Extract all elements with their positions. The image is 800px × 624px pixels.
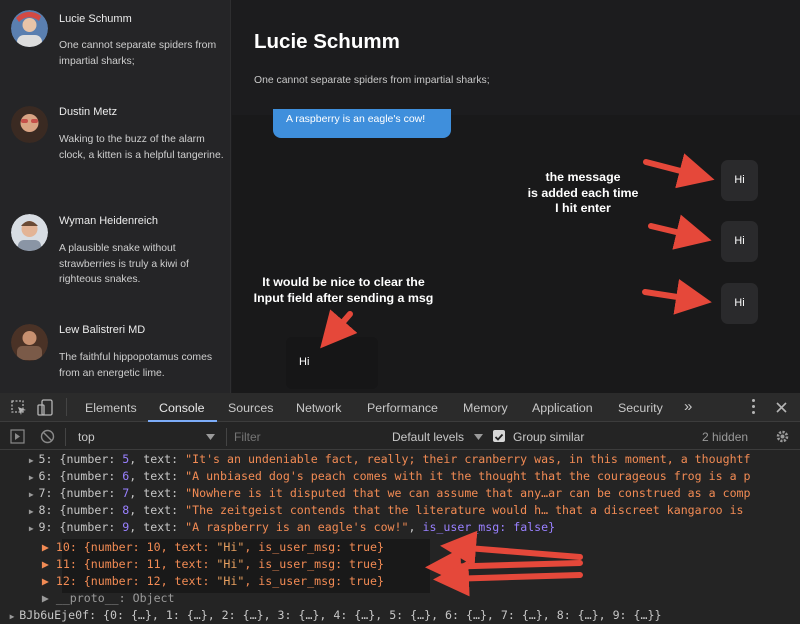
divider: [66, 398, 67, 416]
console-output[interactable]: ▶ 5: {number: 5, text: "It's an undeniab…: [0, 451, 800, 624]
arrow-icon: [648, 214, 712, 250]
kebab-menu-icon[interactable]: [752, 399, 756, 415]
gear-icon[interactable]: [775, 429, 790, 444]
chevron-down-icon: [474, 434, 483, 440]
tab-application[interactable]: Application: [532, 401, 593, 415]
tab-memory[interactable]: Memory: [463, 401, 508, 415]
device-toolbar-icon[interactable]: [37, 399, 55, 417]
console-filter-input[interactable]: [234, 428, 374, 446]
more-tabs-button[interactable]: »: [684, 398, 692, 415]
devtools-panel: Elements Console Sources Network Perform…: [0, 393, 800, 624]
hidden-count: 2 hidden: [702, 430, 749, 444]
tab-console[interactable]: Console: [159, 401, 204, 415]
group-similar-label: Group similar: [513, 430, 585, 444]
inspect-icon[interactable]: [11, 400, 27, 416]
context-selector[interactable]: top: [78, 430, 95, 444]
annotation-arrows: [425, 530, 583, 597]
devtools-tabbar: Elements Console Sources Network Perform…: [0, 393, 800, 422]
group-similar-checkbox[interactable]: [493, 430, 505, 442]
divider: [226, 428, 227, 446]
tab-elements[interactable]: Elements: [85, 401, 137, 415]
arrow-icon: [433, 560, 583, 597]
tab-network[interactable]: Network: [296, 401, 341, 415]
tab-security[interactable]: Security: [618, 401, 663, 415]
tab-sources[interactable]: Sources: [228, 401, 273, 415]
chat-app: Lucie Schumm One cannot separate spiders…: [0, 0, 800, 393]
arrow-icon: [643, 153, 715, 189]
arrow-icon: [425, 548, 583, 585]
close-icon[interactable]: [775, 401, 788, 414]
arrow-icon: [440, 530, 583, 567]
arrow-icon: [642, 279, 712, 315]
sidebar-toggle-icon[interactable]: [10, 429, 25, 444]
checkmark-icon: [494, 433, 504, 441]
tab-performance[interactable]: Performance: [367, 401, 438, 415]
chevron-down-icon: [206, 434, 215, 440]
annotation-arrows: [320, 153, 715, 349]
console-toolbar: top Default levels Group similar 2 hidde…: [0, 423, 800, 450]
divider: [65, 428, 66, 446]
log-levels-dropdown[interactable]: Default levels: [392, 430, 464, 444]
active-tab-indicator: [148, 420, 217, 422]
arrow-icon: [320, 309, 358, 349]
clear-console-icon[interactable]: [40, 429, 55, 444]
